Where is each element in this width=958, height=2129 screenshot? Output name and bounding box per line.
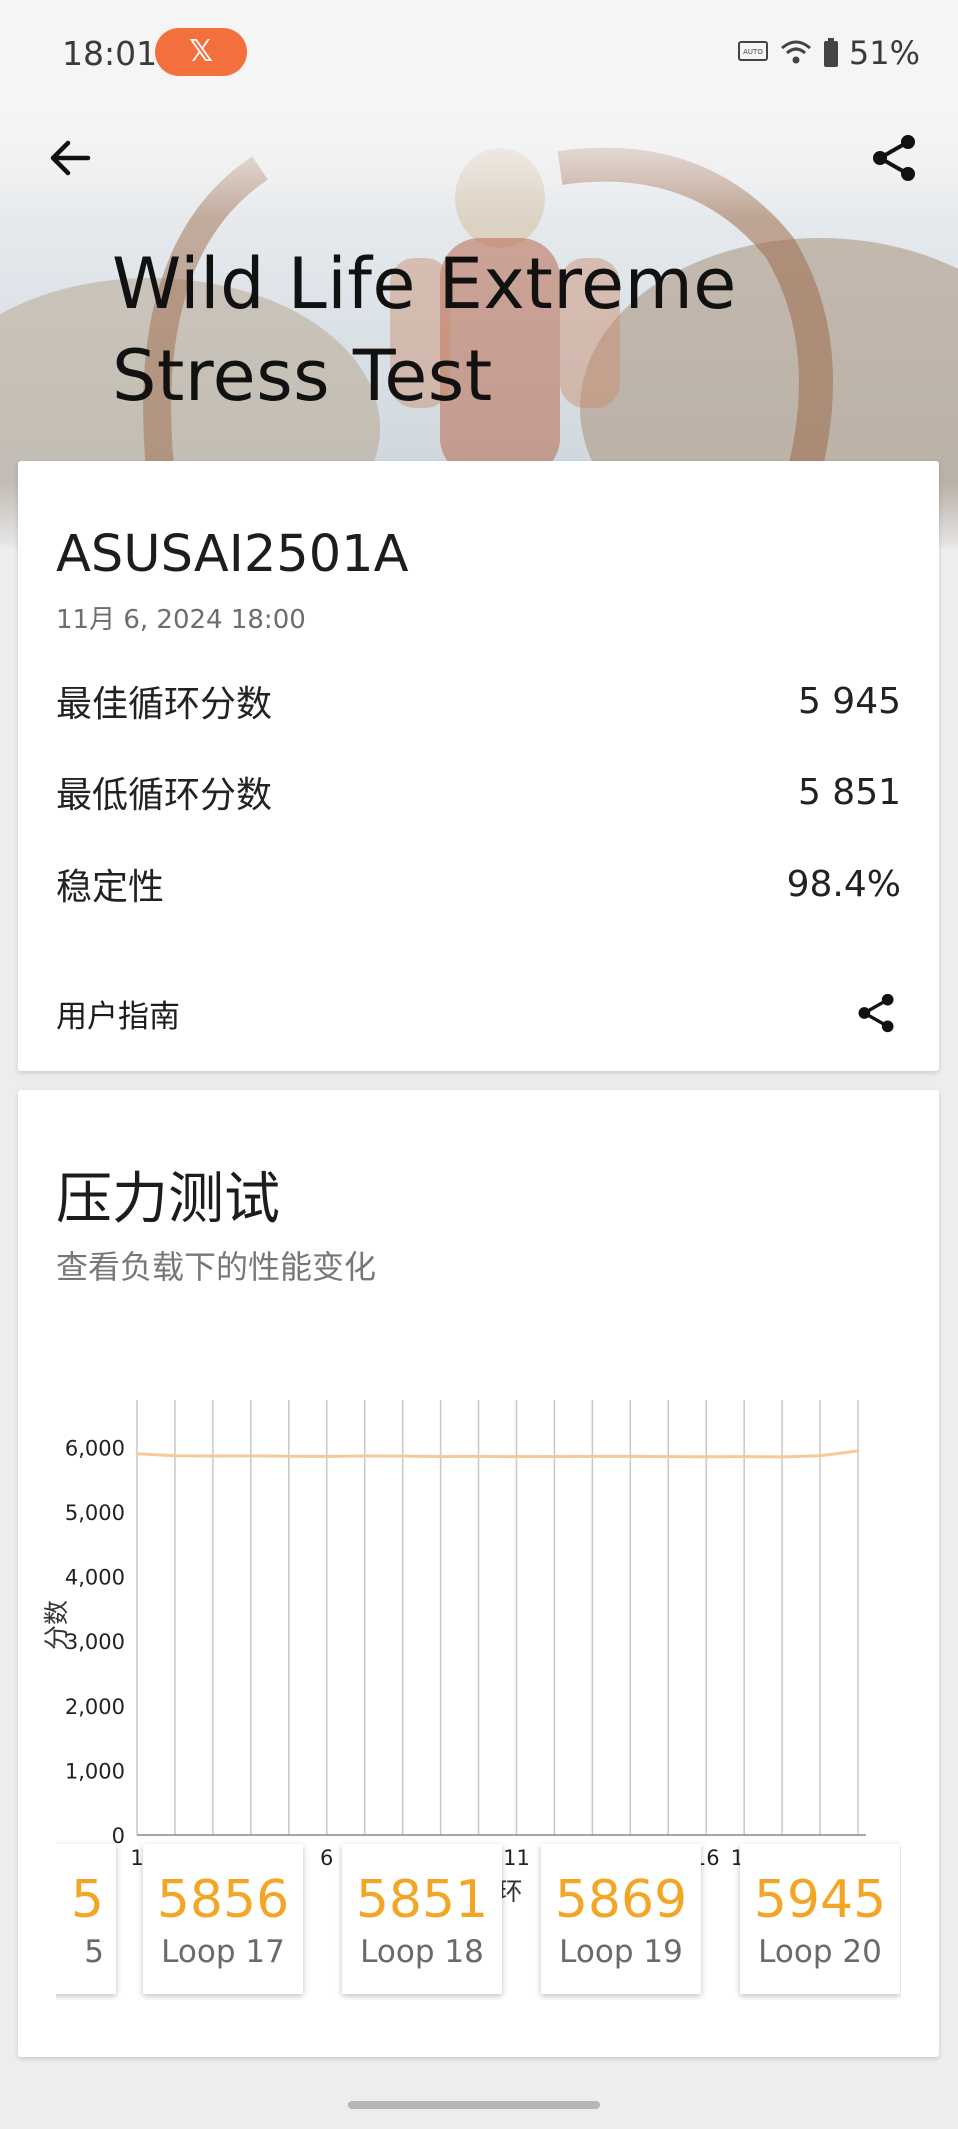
loop-score: 5851 [355, 1870, 489, 1930]
loop-label: Loop 20 [758, 1934, 882, 1970]
metric-lowest-loop: 最低循环分数 5 851 [56, 757, 901, 827]
result-date: 11月 6, 2024 18:00 [56, 605, 306, 635]
loop-label: Loop 18 [360, 1934, 484, 1970]
loop-label: 5 [84, 1934, 104, 1970]
status-icons: AUTO 51% [737, 34, 920, 72]
metric-stability: 稳定性 98.4% [56, 849, 901, 919]
data-point [628, 1454, 632, 1458]
metric-label: 最低循环分数 [56, 775, 273, 816]
app-badge[interactable]: 𝕏 [155, 28, 247, 76]
home-indicator[interactable] [348, 2101, 600, 2109]
status-time: 18:01 [62, 34, 158, 73]
data-point [401, 1454, 405, 1458]
refresh-rate-icon: AUTO [737, 41, 768, 61]
loop-card[interactable]: 5945 Loop 20 [740, 1844, 900, 1994]
loop-card[interactable]: 55 [56, 1844, 116, 1994]
data-point [211, 1454, 215, 1458]
metric-label: 稳定性 [56, 867, 165, 908]
test-title-line2: Stress Test [112, 335, 493, 417]
data-point [477, 1454, 481, 1458]
data-point [287, 1454, 291, 1458]
wifi-icon [780, 40, 811, 64]
loop-carousel[interactable]: 5 5 5856 Loop 17 5851 Loop 18 5869 Loop 19 5945 L… [56, 1840, 901, 2000]
loop-card[interactable]: 5856 Loop 17 [143, 1844, 303, 1994]
y-tick-label: 2,000 [65, 1695, 125, 1719]
result-card: ASUSAI2501A 11月 6, 2024 18:00 最佳循环分数 5 9… [18, 461, 939, 1071]
test-title-line1: Wild Life Extreme [112, 243, 737, 325]
y-tick-label: 4,000 [65, 1566, 125, 1590]
data-point [704, 1455, 708, 1459]
user-guide-row[interactable]: 用户指南 [56, 978, 901, 1048]
share-icon[interactable] [851, 988, 901, 1038]
metric-value: 5 945 [797, 680, 901, 722]
y-tick-label: 5,000 [65, 1501, 125, 1525]
battery-level: 51% [848, 34, 920, 72]
y-tick-label: 1,000 [65, 1759, 125, 1783]
loop-card[interactable]: 5851 Loop 18 [342, 1844, 502, 1994]
loop-score: 5869 [554, 1870, 688, 1930]
arrow-left-icon [50, 140, 91, 176]
loop-score: 5 [70, 1870, 104, 1930]
data-point [590, 1454, 594, 1458]
data-point [742, 1455, 746, 1459]
metric-value: 5 851 [797, 771, 901, 813]
back-button[interactable] [40, 128, 100, 188]
data-point [666, 1455, 670, 1459]
data-point [135, 1452, 139, 1456]
stress-subtitle: 查看负载下的性能变化 [56, 1248, 377, 1286]
data-point [249, 1454, 253, 1458]
data-point [325, 1454, 329, 1458]
share-icon [873, 135, 915, 181]
data-point [514, 1455, 518, 1459]
share-button[interactable] [864, 128, 924, 188]
data-point [173, 1454, 177, 1458]
metric-best-loop: 最佳循环分数 5 945 [56, 666, 901, 736]
stress-test-card: 压力测试 查看负载下的性能变化 0 1,000 2,000 3,000 4,000 5,0… [18, 1090, 939, 2057]
y-axis-label: 分数 [42, 1600, 71, 1650]
loop-score: 5945 [753, 1870, 887, 1930]
status-bar: 18:01 𝕏 AUTO 51% [0, 0, 958, 108]
loop-score: 5856 [156, 1870, 290, 1930]
data-point [780, 1455, 784, 1459]
battery-icon [823, 38, 838, 67]
y-tick-label: 6,000 [65, 1436, 125, 1460]
metric-value: 98.4% [786, 863, 901, 905]
test-title: Wild Life Extreme Stress Test [112, 238, 737, 422]
data-point [818, 1454, 822, 1458]
loop-card[interactable]: 5869 Loop 19 [541, 1844, 701, 1994]
y-tick-label: 3,000 [65, 1630, 125, 1654]
data-point [856, 1449, 860, 1453]
loop-label: Loop 19 [559, 1934, 683, 1970]
data-point [363, 1454, 367, 1458]
metric-label: 最佳循环分数 [56, 684, 273, 725]
user-guide-link[interactable]: 用户指南 [56, 991, 180, 1036]
data-point [439, 1454, 443, 1458]
stress-title: 压力测试 [56, 1167, 280, 1232]
series-line [136, 1449, 859, 1459]
data-point [552, 1455, 556, 1459]
svg-text:AUTO: AUTO [743, 48, 763, 56]
device-name: ASUSAI2501A [56, 525, 409, 584]
loop-label: Loop 17 [161, 1934, 285, 1970]
